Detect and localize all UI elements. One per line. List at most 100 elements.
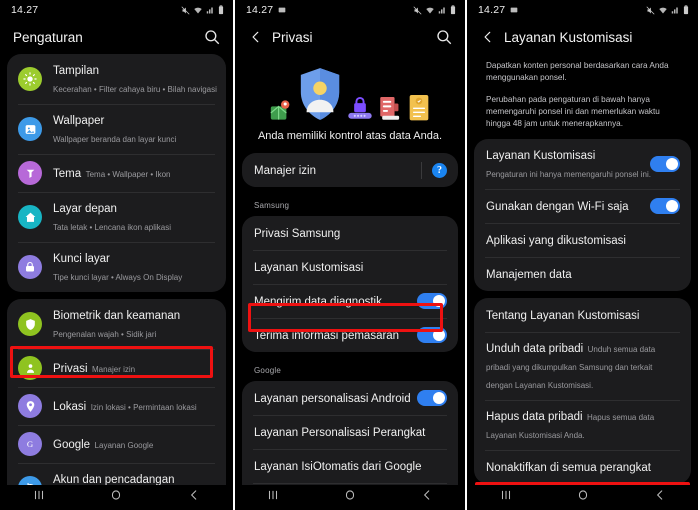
privacy-list[interactable]: Anda memiliki kontrol atas data Anda. Ma… [235, 54, 465, 485]
back-icon[interactable] [653, 488, 667, 507]
recents-icon[interactable] [499, 488, 513, 507]
search-icon[interactable] [435, 28, 453, 46]
google-g-icon: G [18, 432, 42, 456]
settings-item-text: Tampilan Kecerahan • Filter cahaya biru … [53, 61, 217, 97]
row-text: Layanan Kustomisasi [254, 258, 447, 276]
row-nonaktifkan-semua-perangkat[interactable]: Nonaktifkan di semua perangkat [474, 450, 691, 484]
toggle-layanan-kustomisasi[interactable] [650, 156, 680, 172]
item-title: Aplikasi yang dikustomisasi [486, 235, 626, 247]
row-mengirim-data-diagnostik[interactable]: Mengirim data diagnostik [242, 284, 458, 318]
customization-list[interactable]: Dapatkan konten personal berdasarkan car… [467, 54, 698, 485]
row-text: Unduh data pribadi Unduh semua data prib… [486, 339, 680, 393]
back-icon[interactable] [187, 488, 201, 507]
settings-item-lokasi[interactable]: Lokasi Izin lokasi • Permintaan lokasi [7, 387, 226, 425]
row-manajemen-data[interactable]: Manajemen data [474, 257, 691, 291]
status-bar-3: 14.27 [467, 0, 698, 20]
toggle-gunakan-wifi-saja[interactable] [650, 198, 680, 214]
help-icon[interactable]: ? [432, 162, 447, 178]
section-header-google: Google [254, 366, 281, 375]
nav-bar-3[interactable] [467, 485, 698, 510]
toggle-mengirim-data-diagnostik[interactable] [417, 293, 447, 309]
row-layanan-personalisasi-android[interactable]: Layanan personalisasi Android [242, 381, 458, 415]
samsung-privacy-card: Privasi Samsung Layanan Kustomisasi Meng… [242, 216, 458, 352]
row-layanan-kustomisasi[interactable]: Layanan Kustomisasi Pengaturan ini hanya… [474, 139, 691, 189]
item-title: Biometrik dan keamanan [53, 310, 181, 322]
settings-item-google[interactable]: G Google Layanan Google [7, 425, 226, 463]
row-text: Layanan IsiOtomatis dari Google [254, 457, 447, 475]
row-text: Layanan Personalisasi Perangkat [254, 423, 447, 441]
item-title: Layanan Kustomisasi [486, 150, 596, 162]
settings-item-text: Tema Tema • Wallpaper • Ikon [53, 164, 215, 182]
phone-screen-customization: 14.27 Layanan Kustomisasi Dapatkan konte… [467, 0, 698, 510]
settings-list[interactable]: Tampilan Kecerahan • Filter cahaya biru … [0, 54, 233, 485]
settings-item-privasi[interactable]: Privasi Manajer izin [7, 349, 226, 387]
settings-item-text: Wallpaper Wallpaper beranda dan layar ku… [53, 111, 215, 147]
settings-item-biometrik[interactable]: Biometrik dan keamanan Pengenalan wajah … [7, 299, 226, 349]
signal-bars-icon [438, 7, 445, 13]
row-aplikasi-dikustomisasi[interactable]: Aplikasi yang dikustomisasi [474, 223, 691, 257]
map-pin-art-icon [270, 100, 290, 120]
row-manajer-izin[interactable]: Manajer izin ? [242, 153, 458, 187]
settings-item-tema[interactable]: Tema Tema • Wallpaper • Ikon [7, 154, 226, 192]
item-title: Terima informasi pemasaran [254, 330, 400, 342]
settings-item-wallpaper[interactable]: Wallpaper Wallpaper beranda dan layar ku… [7, 104, 226, 154]
mute-icon [646, 5, 655, 15]
item-title: Manajemen data [486, 269, 572, 281]
row-text: Layanan Kustomisasi Pengaturan ini hanya… [486, 146, 651, 182]
svg-text:G: G [27, 439, 34, 449]
settings-group-security: Biometrik dan keamanan Pengenalan wajah … [7, 299, 226, 485]
item-title: Layanan Personalisasi Perangkat [254, 427, 426, 439]
row-text: Privasi Samsung [254, 224, 447, 242]
app-bar-privacy: Privasi [235, 20, 465, 54]
item-subtitle: Izin lokasi • Permintaan lokasi [90, 403, 197, 412]
nav-bar-1[interactable] [0, 485, 233, 510]
battery-icon [450, 5, 456, 15]
back-button[interactable] [248, 29, 264, 45]
item-subtitle: Kecerahan • Filter cahaya biru • Bilah n… [53, 85, 217, 94]
home-icon[interactable] [343, 488, 357, 507]
divider [421, 161, 422, 179]
sync-icon [18, 476, 42, 485]
status-left-icons [510, 6, 518, 14]
home-icon[interactable] [576, 488, 590, 507]
row-text: Gunakan dengan Wi-Fi saja [486, 197, 642, 215]
row-layanan-isiotomatis[interactable]: Layanan IsiOtomatis dari Google [242, 449, 458, 483]
wifi-icon [194, 7, 202, 13]
status-time: 14.27 [11, 4, 39, 16]
home-icon[interactable] [109, 488, 123, 507]
toggle-terima-informasi-pemasaran[interactable] [417, 327, 447, 343]
row-text: Mengirim data diagnostik [254, 292, 409, 310]
row-layanan-personalisasi-perangkat[interactable]: Layanan Personalisasi Perangkat [242, 415, 458, 449]
nav-bar-2[interactable] [235, 485, 465, 510]
screenshot-icon [278, 7, 286, 13]
recents-icon[interactable] [32, 488, 46, 507]
back-icon[interactable] [420, 488, 434, 507]
row-hapus-data-pribadi[interactable]: Hapus data pribadi Hapus semua data Laya… [474, 400, 691, 450]
item-title: Hapus data pribadi [486, 411, 583, 423]
row-unduh-data-pribadi[interactable]: Unduh data pribadi Unduh semua data prib… [474, 332, 691, 400]
recents-icon[interactable] [266, 488, 280, 507]
item-title: Mengirim data diagnostik [254, 296, 382, 308]
item-subtitle: Wallpaper beranda dan layar kunci [53, 135, 177, 144]
row-text: Manajemen data [486, 265, 680, 283]
row-histori-lokasi-google[interactable]: Histori lokasi Google [242, 483, 458, 485]
settings-item-tampilan[interactable]: Tampilan Kecerahan • Filter cahaya biru … [7, 54, 226, 104]
help-wrapper: ? [421, 161, 447, 179]
search-icon[interactable] [203, 28, 221, 46]
settings-item-kunci-layar[interactable]: Kunci layar Tipe kunci layar • Always On… [7, 242, 226, 292]
row-privasi-samsung[interactable]: Privasi Samsung [242, 216, 458, 250]
item-title: Lokasi [53, 401, 87, 413]
item-title: Tentang Layanan Kustomisasi [486, 310, 640, 322]
back-button[interactable] [480, 29, 496, 45]
wifi-icon [659, 7, 667, 13]
row-gunakan-wifi-saja[interactable]: Gunakan dengan Wi-Fi saja [474, 189, 691, 223]
settings-item-text: Layar depan Tata letak • Lencana ikon ap… [53, 199, 215, 235]
row-layanan-kustomisasi[interactable]: Layanan Kustomisasi [242, 250, 458, 284]
item-title: Nonaktifkan di semua perangkat [486, 462, 651, 474]
settings-item-akun[interactable]: Akun dan pencadangan Kelola akun • Smart… [7, 463, 226, 485]
item-subtitle: Pengaturan ini hanya memengaruhi ponsel … [486, 170, 651, 179]
toggle-layanan-personalisasi-android[interactable] [417, 390, 447, 406]
row-tentang-layanan-kustomisasi[interactable]: Tentang Layanan Kustomisasi [474, 298, 691, 332]
settings-item-layar-depan[interactable]: Layar depan Tata letak • Lencana ikon ap… [7, 192, 226, 242]
row-terima-informasi-pemasaran[interactable]: Terima informasi pemasaran [242, 318, 458, 352]
